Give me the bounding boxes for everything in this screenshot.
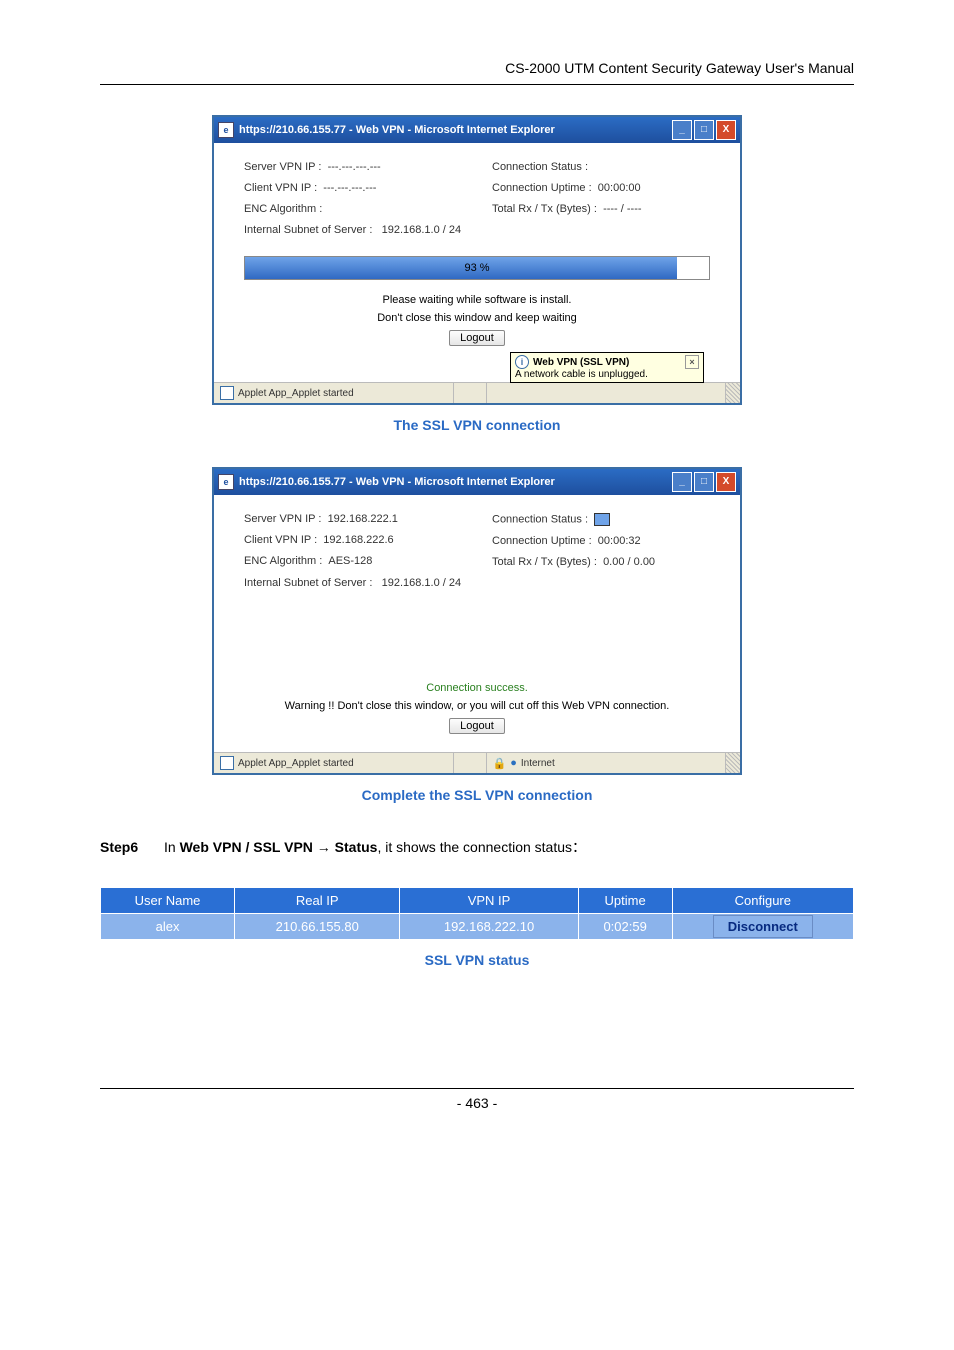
monitor-icon [594,513,610,526]
subnet-value: 192.168.1.0 / 24 [382,224,462,236]
col-realip: Real IP [235,888,400,914]
ie-icon: e [218,122,234,138]
step-6-text: Step6 In Web VPN / SSL VPN → Status, it … [100,837,854,857]
close-button[interactable]: X [716,120,736,140]
cell-username: alex [101,914,235,940]
progress-bar: 93 % [244,256,710,280]
cell-vpnip: 192.168.222.10 [400,914,578,940]
step-bold: Web VPN / SSL VPN → Status [180,839,378,855]
lock-icon: 🔒 [493,757,507,770]
rxtx-value: 0.00 / 0.00 [603,556,655,568]
cell-uptime: 0:02:59 [578,914,672,940]
client-ip-label: Client VPN IP : [244,534,317,546]
client-ip-value: ---.---.---.--- [323,182,376,194]
col-uptime: Uptime [578,888,672,914]
logout-button[interactable]: Logout [449,718,505,734]
client-ip-value: 192.168.222.6 [323,534,393,546]
table-header-row: User Name Real IP VPN IP Uptime Configur… [101,888,854,914]
minimize-button[interactable]: _ [672,472,692,492]
progress-text: 93 % [245,257,709,279]
server-ip-label: Server VPN IP : [244,513,321,525]
titlebar-text-2: https://210.66.155.77 - Web VPN - Micros… [239,476,672,488]
window-1: e https://210.66.155.77 - Web VPN - Micr… [212,115,742,405]
server-ip-label: Server VPN IP : [244,161,321,173]
connection-warning: Warning !! Don't close this window, or y… [214,700,740,712]
conn-status-label: Connection Status : [492,161,588,173]
rxtx-label: Total Rx / Tx (Bytes) : [492,203,597,215]
uptime-label: Connection Uptime : [492,182,592,194]
manual-header: CS-2000 UTM Content Security Gateway Use… [100,60,854,76]
balloon-title-text: Web VPN (SSL VPN) [533,357,629,368]
step-label: Step6 [100,839,138,855]
close-button[interactable]: X [716,472,736,492]
install-message-2: Don't close this window and keep waiting [214,312,740,324]
step-suffix: , it shows the connection status： [377,839,586,855]
rxtx-label: Total Rx / Tx (Bytes) : [492,556,597,568]
resize-grip[interactable] [726,753,740,773]
connection-success: Connection success. [214,682,740,694]
subnet-label: Internal Subnet of Server : [244,224,372,236]
subnet-value: 192.168.1.0 / 24 [382,577,462,589]
titlebar-1: e https://210.66.155.77 - Web VPN - Micr… [214,117,740,143]
rxtx-value: ---- / ---- [603,203,641,215]
col-vpnip: VPN IP [400,888,578,914]
notification-balloon: i Web VPN (SSL VPN) × A network cable is… [510,352,704,383]
logout-button[interactable]: Logout [449,330,505,346]
install-message-1: Please waiting while software is install… [214,294,740,306]
enc-label: ENC Algorithm : [244,203,322,215]
enc-value: AES-128 [328,555,372,567]
status-zone-text: Internet [521,758,555,769]
col-username: User Name [101,888,235,914]
page-icon [220,756,234,770]
globe-icon: ● [510,757,517,769]
ie-icon: e [218,474,234,490]
enc-label: ENC Algorithm : [244,555,322,567]
step-prefix: In [164,839,180,855]
resize-grip[interactable] [726,383,740,403]
uptime-label: Connection Uptime : [492,535,592,547]
caption-2: Complete the SSL VPN connection [100,787,854,803]
status-table: User Name Real IP VPN IP Uptime Configur… [100,887,854,940]
balloon-message: A network cable is unplugged. [515,369,699,380]
titlebar-text-1: https://210.66.155.77 - Web VPN - Micros… [239,124,672,136]
table-row: alex 210.66.155.80 192.168.222.10 0:02:5… [101,914,854,940]
page-icon [220,386,234,400]
balloon-close-icon[interactable]: × [685,355,699,369]
col-configure: Configure [672,888,853,914]
statusbar-1: Applet App_Applet started [214,382,740,403]
header-divider [100,84,854,85]
server-ip-value: 192.168.222.1 [328,513,398,525]
status-applet-text: Applet App_Applet started [238,388,354,399]
uptime-value: 00:00:32 [598,535,641,547]
minimize-button[interactable]: _ [672,120,692,140]
uptime-value: 00:00:00 [598,182,641,194]
subnet-label: Internal Subnet of Server : [244,577,372,589]
status-applet-text: Applet App_Applet started [238,758,354,769]
statusbar-2: Applet App_Applet started 🔒 ● Internet [214,752,740,773]
server-ip-value: ---.---.---.--- [328,161,381,173]
maximize-button[interactable]: □ [694,472,714,492]
titlebar-2: e https://210.66.155.77 - Web VPN - Micr… [214,469,740,495]
cell-realip: 210.66.155.80 [235,914,400,940]
info-icon: i [515,355,529,369]
window-2: e https://210.66.155.77 - Web VPN - Micr… [212,467,742,775]
caption-1: The SSL VPN connection [100,417,854,433]
disconnect-button[interactable]: Disconnect [672,914,853,940]
page-number: - 463 - [100,1095,854,1111]
maximize-button[interactable]: □ [694,120,714,140]
window-controls-2: _ □ X [672,472,736,492]
caption-3: SSL VPN status [100,952,854,968]
conn-status-label: Connection Status : [492,513,588,525]
footer-divider [100,1088,854,1089]
window-controls-1: _ □ X [672,120,736,140]
client-ip-label: Client VPN IP : [244,182,317,194]
